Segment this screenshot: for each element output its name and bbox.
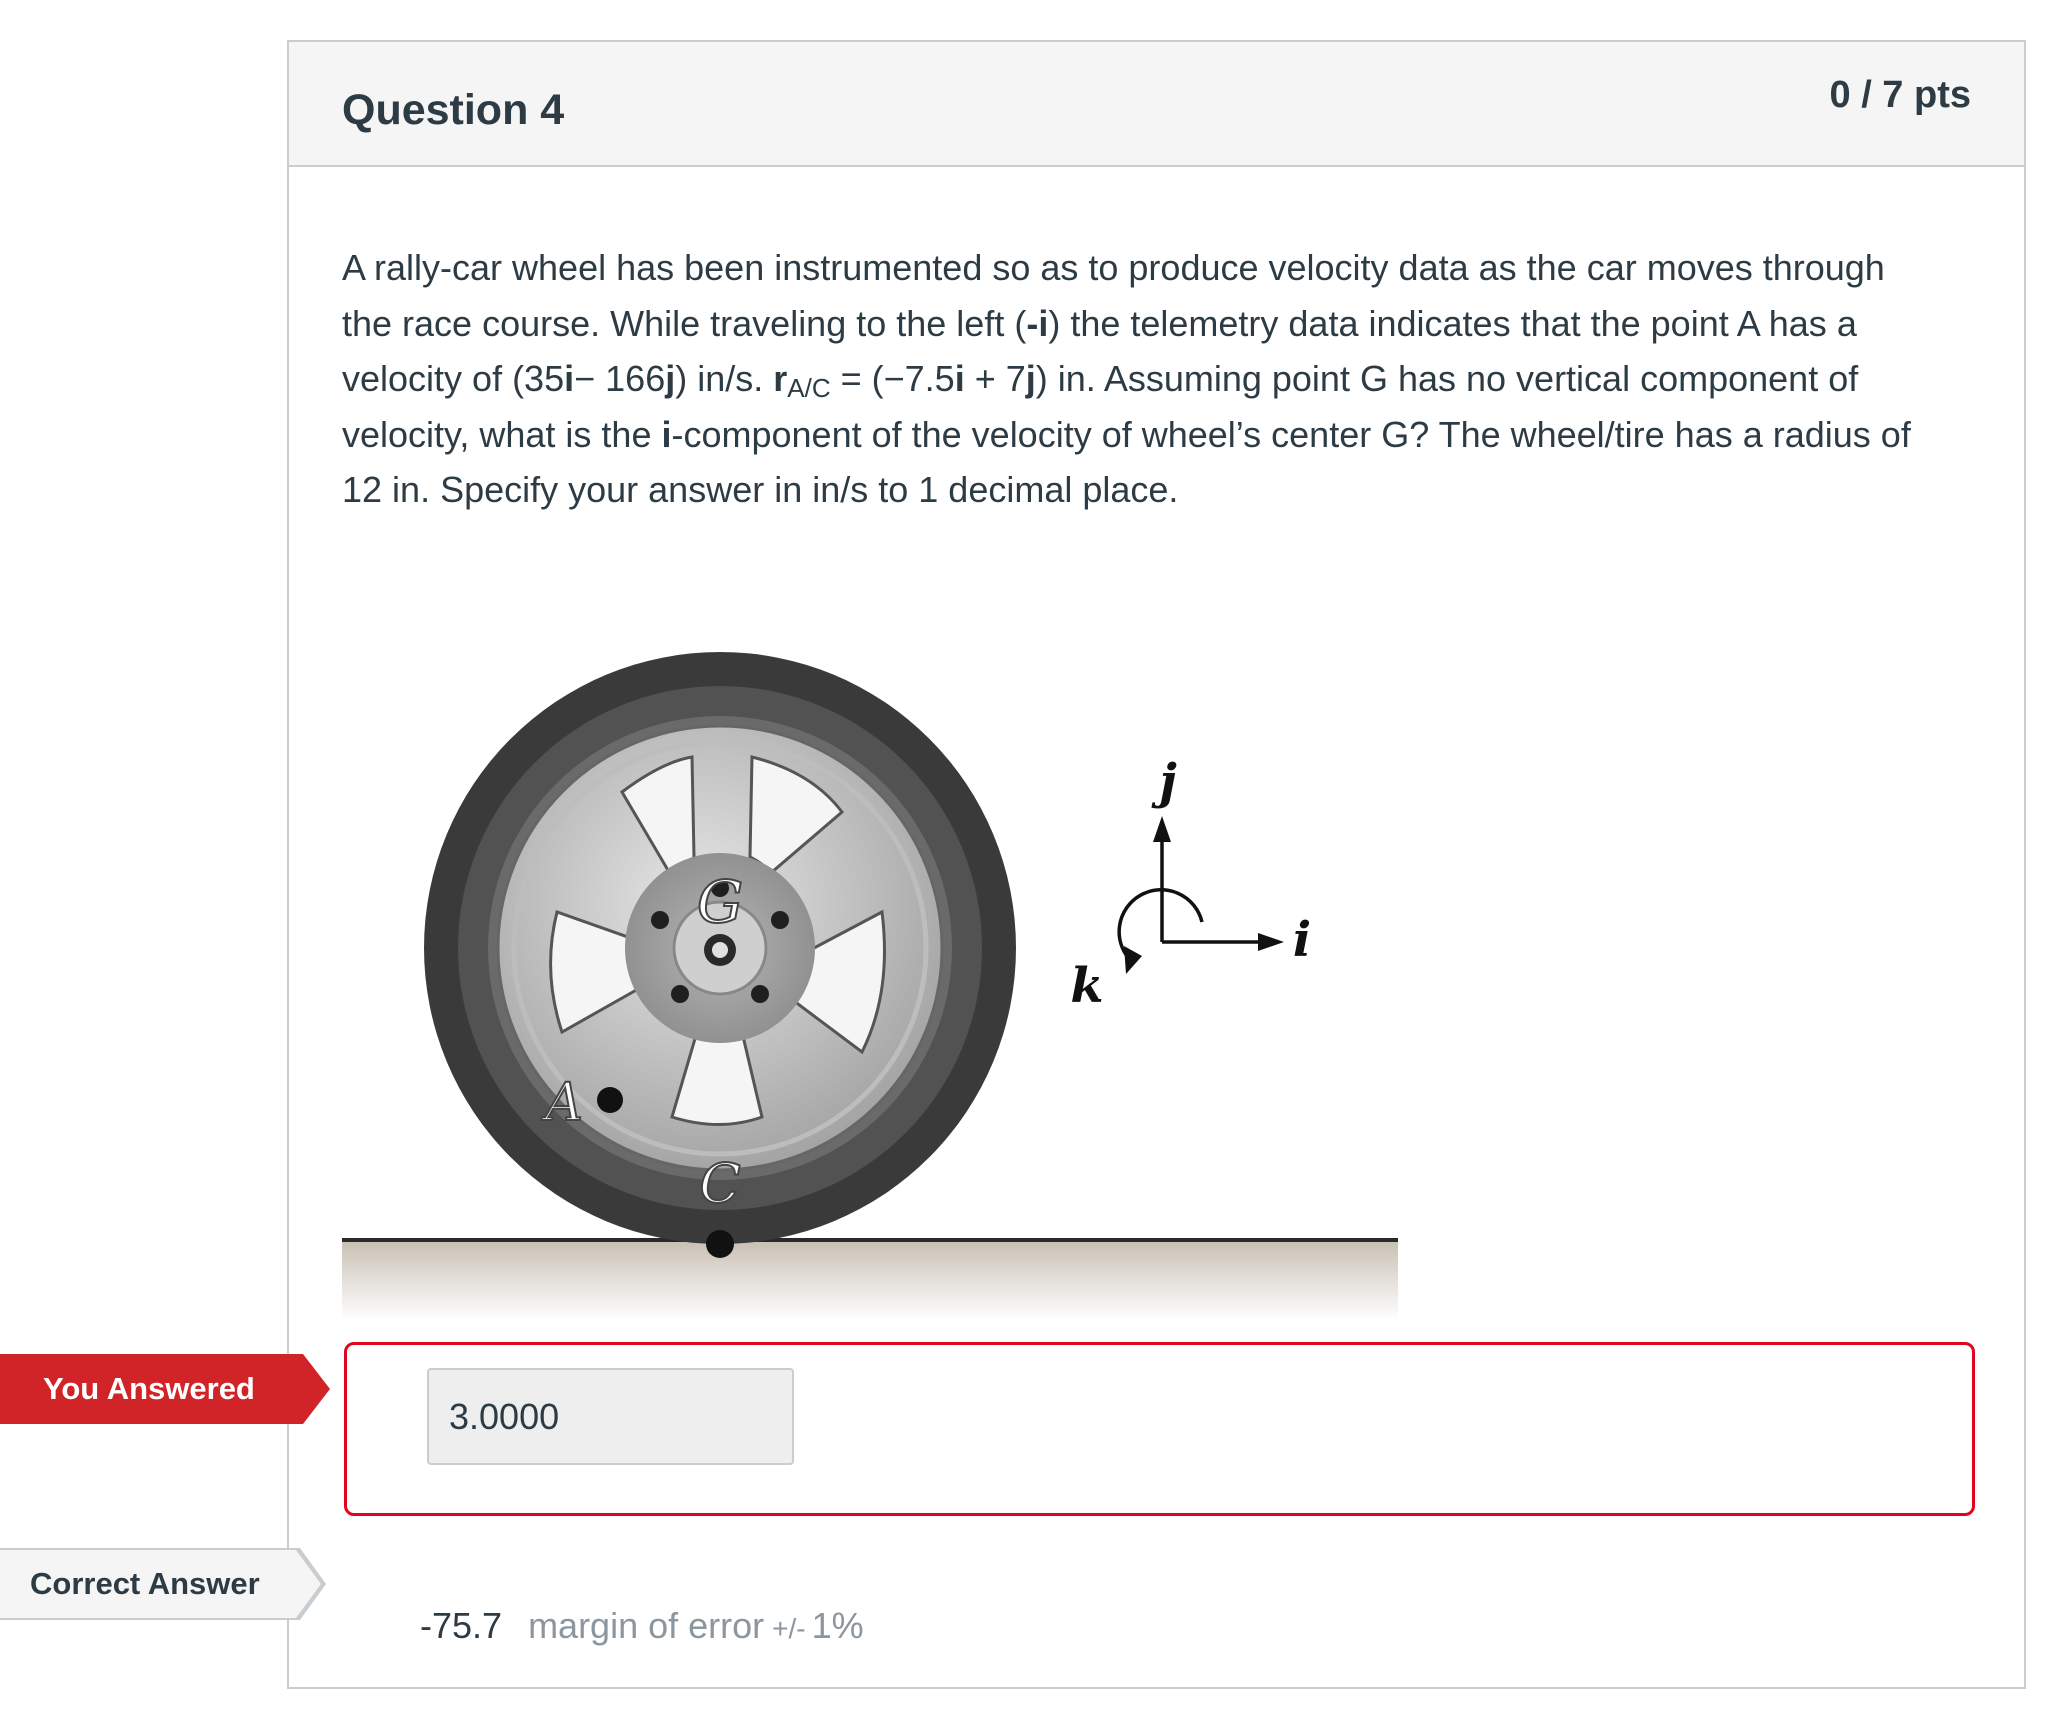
question-text-line: 12 in. Specify your answer in in/s to 1 … (342, 462, 1982, 518)
question-text-line: A rally-car wheel has been instrumented … (342, 240, 1982, 296)
axis-j-label: j (1151, 754, 1176, 810)
question-points: 0 / 7 pts (1829, 74, 1972, 116)
axis-j-arrowhead (1153, 816, 1171, 842)
text-run: ) in. Assuming point G has no vertical c… (1035, 358, 1859, 399)
answer-input[interactable]: 3.0000 (427, 1368, 794, 1465)
correct-answer-flag-inner: Correct Answer (0, 1550, 321, 1618)
text-run-bold: i (661, 413, 672, 455)
point-a-dot (597, 1087, 623, 1113)
text-run: + 7 (964, 358, 1026, 399)
you-answered-label: You Answered (43, 1371, 255, 1406)
correct-answer-line: -75.7 margin of error +/- 1% (420, 1603, 864, 1652)
question-card: Question 4 0 / 7 pts A rally-car wheel h… (287, 40, 2026, 1689)
text-run: the race course. While traveling to the … (342, 302, 1027, 344)
point-c-dot (706, 1230, 734, 1258)
your-answer-box: 3.0000 (344, 1342, 1975, 1516)
axes-icon (1117, 832, 1267, 964)
axis-k-arrowhead (1124, 946, 1142, 974)
hub-center-inner (712, 942, 728, 958)
text-run: ) the telemetry data indicates that the … (1048, 302, 1857, 344)
wheel-figure: G A C j i k (342, 652, 1398, 1320)
text-run: = (−7.5 (830, 358, 955, 399)
axis-i-label: i (1293, 912, 1311, 968)
point-c-label: C (699, 1152, 740, 1215)
text-run: A rally-car wheel has been instrumented … (342, 247, 1885, 288)
point-a-label: A (541, 1073, 583, 1133)
question-text-line: velocity of (35i− 166j) in/s. rA/C = (−7… (342, 351, 1982, 407)
text-run-bold: j (1025, 358, 1036, 399)
margin-of-error-label: margin of error (528, 1605, 765, 1646)
correct-answer-flag: Correct Answer (0, 1548, 326, 1620)
text-run: 12 in. Specify your answer in in/s to 1 … (342, 469, 1179, 510)
text-run-subscript: A/C (787, 373, 831, 403)
text-run: -component of the velocity of wheel’s ce… (671, 413, 1911, 455)
margin-plus-minus: +/- (772, 1613, 806, 1644)
correct-answer-value: -75.7 (420, 1605, 503, 1646)
text-run-bold: i (954, 358, 965, 399)
ground (342, 1240, 1398, 1320)
question-text-line: the race course. While traveling to the … (342, 296, 1982, 352)
text-run-bold: -i (1026, 302, 1049, 344)
text-run-bold: i (564, 358, 575, 399)
question-text: A rally-car wheel has been instrumented … (342, 240, 1982, 518)
text-run: ) in/s. (675, 358, 774, 399)
correct-answer-label: Correct Answer (30, 1566, 260, 1601)
text-run: − 166 (574, 358, 666, 399)
text-run-bold: j (665, 358, 676, 399)
question-header: Question 4 0 / 7 pts (289, 42, 2024, 167)
axis-k-label: k (1070, 958, 1103, 1014)
you-answered-flag: You Answered (0, 1354, 330, 1424)
axis-i-arrowhead (1258, 933, 1284, 951)
text-run: velocity of (35 (342, 358, 565, 399)
text-run: velocity, what is the (342, 413, 662, 455)
question-title: Question 4 (342, 86, 565, 134)
point-g-label: G (697, 868, 743, 936)
text-run-bold: r (773, 358, 788, 399)
margin-percent: 1% (811, 1605, 864, 1646)
question-text-line: velocity, what is the i-component of the… (342, 407, 1982, 463)
